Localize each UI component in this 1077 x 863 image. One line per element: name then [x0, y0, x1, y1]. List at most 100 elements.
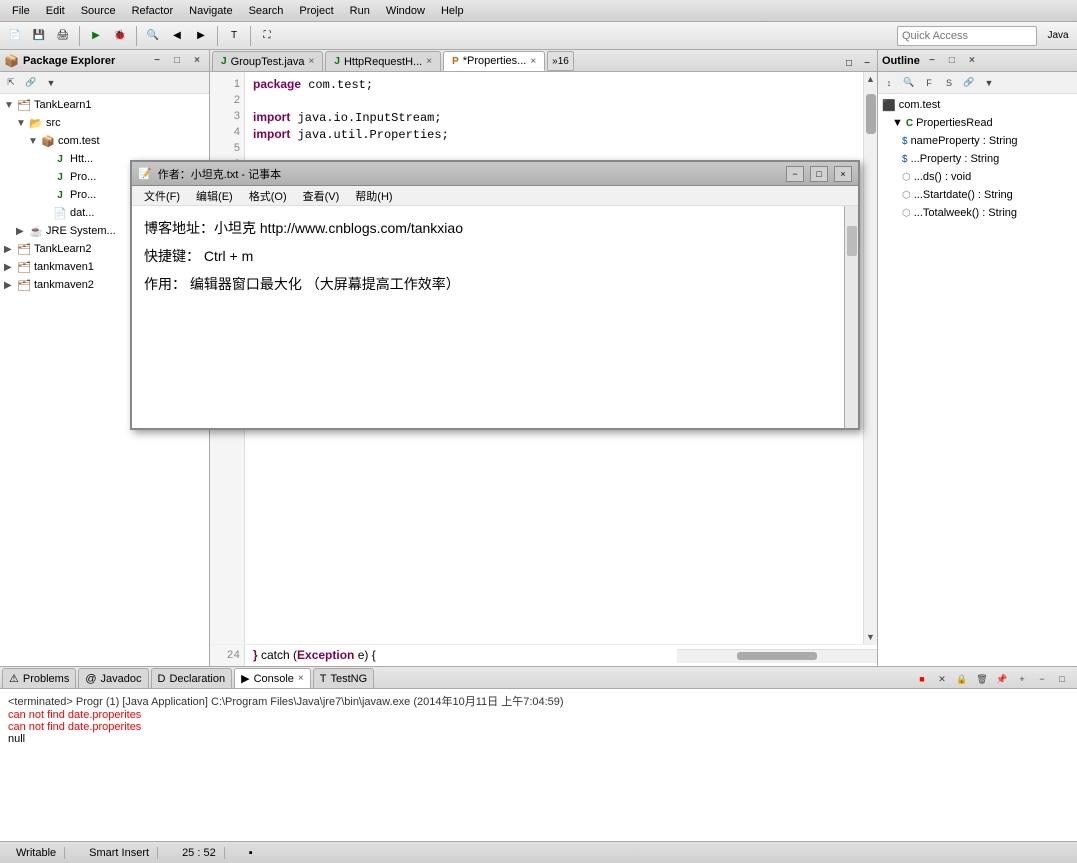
- tab-scroll-maximize[interactable]: □: [841, 55, 857, 71]
- hscroll-thumb[interactable]: [737, 652, 817, 660]
- maximize-editor-button[interactable]: ⛶: [256, 25, 278, 47]
- menu-navigate[interactable]: Navigate: [181, 3, 240, 19]
- toggle-tankmaven2[interactable]: ▶: [4, 280, 14, 291]
- notepad-menu-view[interactable]: 查看(V): [295, 186, 348, 206]
- toggle-jre[interactable]: ▶: [16, 226, 26, 237]
- notepad-restore-btn[interactable]: □: [810, 166, 828, 182]
- outline-item-comtest[interactable]: ⬛ com.test: [878, 96, 1077, 114]
- menu-edit[interactable]: Edit: [38, 3, 73, 19]
- forward-button[interactable]: ▶: [190, 25, 212, 47]
- tab-label-javadoc: Javadoc: [101, 673, 142, 685]
- menu-help[interactable]: Help: [433, 3, 472, 19]
- notepad-menu-edit[interactable]: 编辑(E): [188, 186, 241, 206]
- toggle-comtest[interactable]: ▼: [28, 136, 38, 147]
- outline-filter-btn[interactable]: 🔍: [900, 74, 918, 92]
- notepad-text-area[interactable]: 博客地址：小坦克 http://www.cnblogs.com/tankxiao…: [132, 206, 844, 428]
- tab-grouptest[interactable]: J GroupTest.java ×: [212, 51, 323, 71]
- tab-close-httprequest[interactable]: ×: [426, 56, 432, 67]
- console-tab-close[interactable]: ×: [298, 673, 304, 684]
- run-button[interactable]: ▶: [85, 25, 107, 47]
- package-explorer-maximize[interactable]: □: [169, 53, 185, 69]
- scroll-thumb[interactable]: [866, 94, 876, 134]
- tab-close-properties[interactable]: ×: [530, 56, 536, 67]
- notepad-menu-file[interactable]: 文件(F): [136, 186, 188, 206]
- tab-overflow-indicator[interactable]: » 16: [547, 51, 574, 71]
- tree-item-tanklearn1[interactable]: ▼ 🗂 TankLearn1: [0, 96, 209, 114]
- notepad-close-btn[interactable]: ×: [834, 166, 852, 182]
- scroll-down-icon[interactable]: ▼: [866, 632, 875, 642]
- outline-link-btn[interactable]: 🔗: [960, 74, 978, 92]
- menu-run[interactable]: Run: [342, 3, 378, 19]
- console-new-btn[interactable]: +: [1013, 670, 1031, 688]
- outline-panel-close[interactable]: ×: [964, 53, 980, 69]
- toggle-tanklearn2[interactable]: ▶: [4, 244, 14, 255]
- notepad-menu-help[interactable]: 帮助(H): [347, 186, 400, 206]
- package-explorer-minimize[interactable]: −: [149, 53, 165, 69]
- project-icon-4: 🗂: [16, 277, 32, 293]
- menu-search[interactable]: Search: [241, 3, 292, 19]
- outline-hide-static-btn[interactable]: S: [940, 74, 958, 92]
- collapse-all-btn[interactable]: ⇱: [2, 74, 20, 92]
- print-button[interactable]: 🖨: [52, 25, 74, 47]
- outline-sort-btn[interactable]: ↕: [880, 74, 898, 92]
- tree-item-src[interactable]: ▼ 📂 src: [0, 114, 209, 132]
- link-editor-btn[interactable]: 🔗: [22, 74, 40, 92]
- outline-item-ds[interactable]: ⬡ ...ds() : void: [878, 168, 1077, 186]
- console-clear-btn[interactable]: 🗑: [973, 670, 991, 688]
- console-terminate-btn[interactable]: ■: [913, 670, 931, 688]
- console-remove-btn[interactable]: ✕: [933, 670, 951, 688]
- outline-hide-fields-btn[interactable]: F: [920, 74, 938, 92]
- menu-file[interactable]: File: [4, 3, 38, 19]
- outline-menu-btn[interactable]: ▼: [980, 74, 998, 92]
- toggle-src[interactable]: ▼: [16, 118, 26, 129]
- outline-item-totalweek[interactable]: ⬡ ...Totalweek() : String: [878, 204, 1077, 222]
- notepad-scrollbar[interactable]: [844, 206, 858, 428]
- tab-httprequest[interactable]: J HttpRequestH... ×: [325, 51, 441, 71]
- tab-scroll-restore[interactable]: −: [859, 55, 875, 71]
- notepad-minimize-btn[interactable]: −: [786, 166, 804, 182]
- tab-testng[interactable]: T TestNG: [313, 668, 374, 688]
- debug-button[interactable]: 🐞: [109, 25, 131, 47]
- tab-problems[interactable]: ⚠ Problems: [2, 668, 76, 688]
- console-maximize-btn[interactable]: □: [1053, 670, 1071, 688]
- catch-line-area: 24 } catch (Exception e) {: [210, 644, 877, 666]
- outline-item-otherprop[interactable]: $ ...Property : String: [878, 150, 1077, 168]
- quick-access-input[interactable]: [897, 26, 1037, 46]
- toggle-tankmaven1[interactable]: ▶: [4, 262, 14, 273]
- toggle-tanklearn1[interactable]: ▼: [4, 100, 14, 111]
- menu-source[interactable]: Source: [73, 3, 124, 19]
- tree-item-comtest[interactable]: ▼ 📦 com.test: [0, 132, 209, 150]
- tab-javadoc[interactable]: @ Javadoc: [78, 668, 148, 688]
- menu-window[interactable]: Window: [378, 3, 433, 19]
- outline-panel-maximize[interactable]: □: [944, 53, 960, 69]
- tab-properties[interactable]: P *Properties... ×: [443, 51, 545, 71]
- console-minimize-btn[interactable]: −: [1033, 670, 1051, 688]
- scroll-up-icon[interactable]: ▲: [866, 74, 875, 84]
- back-button[interactable]: ◀: [166, 25, 188, 47]
- new-button[interactable]: 📄: [4, 25, 26, 47]
- search-button[interactable]: 🔍: [142, 25, 164, 47]
- editor-scrollbar-vertical[interactable]: ▲ ▼: [863, 72, 877, 644]
- notepad-menu-format[interactable]: 格式(O): [241, 186, 295, 206]
- outline-item-propread[interactable]: ▼ C PropertiesRead: [878, 114, 1077, 132]
- outline-panel-minimize[interactable]: −: [924, 53, 940, 69]
- outline-item-startdate[interactable]: ⬡ ...Startdate() : String: [878, 186, 1077, 204]
- tab-close-grouptest[interactable]: ×: [309, 56, 315, 67]
- notepad-scroll-thumb[interactable]: [847, 226, 857, 256]
- perspective-btn[interactable]: Java: [1043, 25, 1073, 47]
- save-button[interactable]: 💾: [28, 25, 50, 47]
- bottom-hscroll[interactable]: [677, 645, 877, 666]
- tab-console[interactable]: ▶ Console ×: [234, 668, 311, 688]
- outline-toggle-propread[interactable]: ▼: [892, 117, 903, 129]
- console-pin-btn[interactable]: 📌: [993, 670, 1011, 688]
- menu-bar: File Edit Source Refactor Navigate Searc…: [0, 0, 1077, 22]
- menu-project[interactable]: Project: [291, 3, 341, 19]
- menu-refactor[interactable]: Refactor: [124, 3, 182, 19]
- package-explorer-close[interactable]: ×: [189, 53, 205, 69]
- outline-item-nameprop[interactable]: $ nameProperty : String: [878, 132, 1077, 150]
- console-scroll-lock-btn[interactable]: 🔒: [953, 670, 971, 688]
- tab-declaration[interactable]: D Declaration: [151, 668, 233, 688]
- view-menu-btn[interactable]: ▼: [42, 74, 60, 92]
- open-type-button[interactable]: T: [223, 25, 245, 47]
- status-extra: ▪: [241, 847, 261, 859]
